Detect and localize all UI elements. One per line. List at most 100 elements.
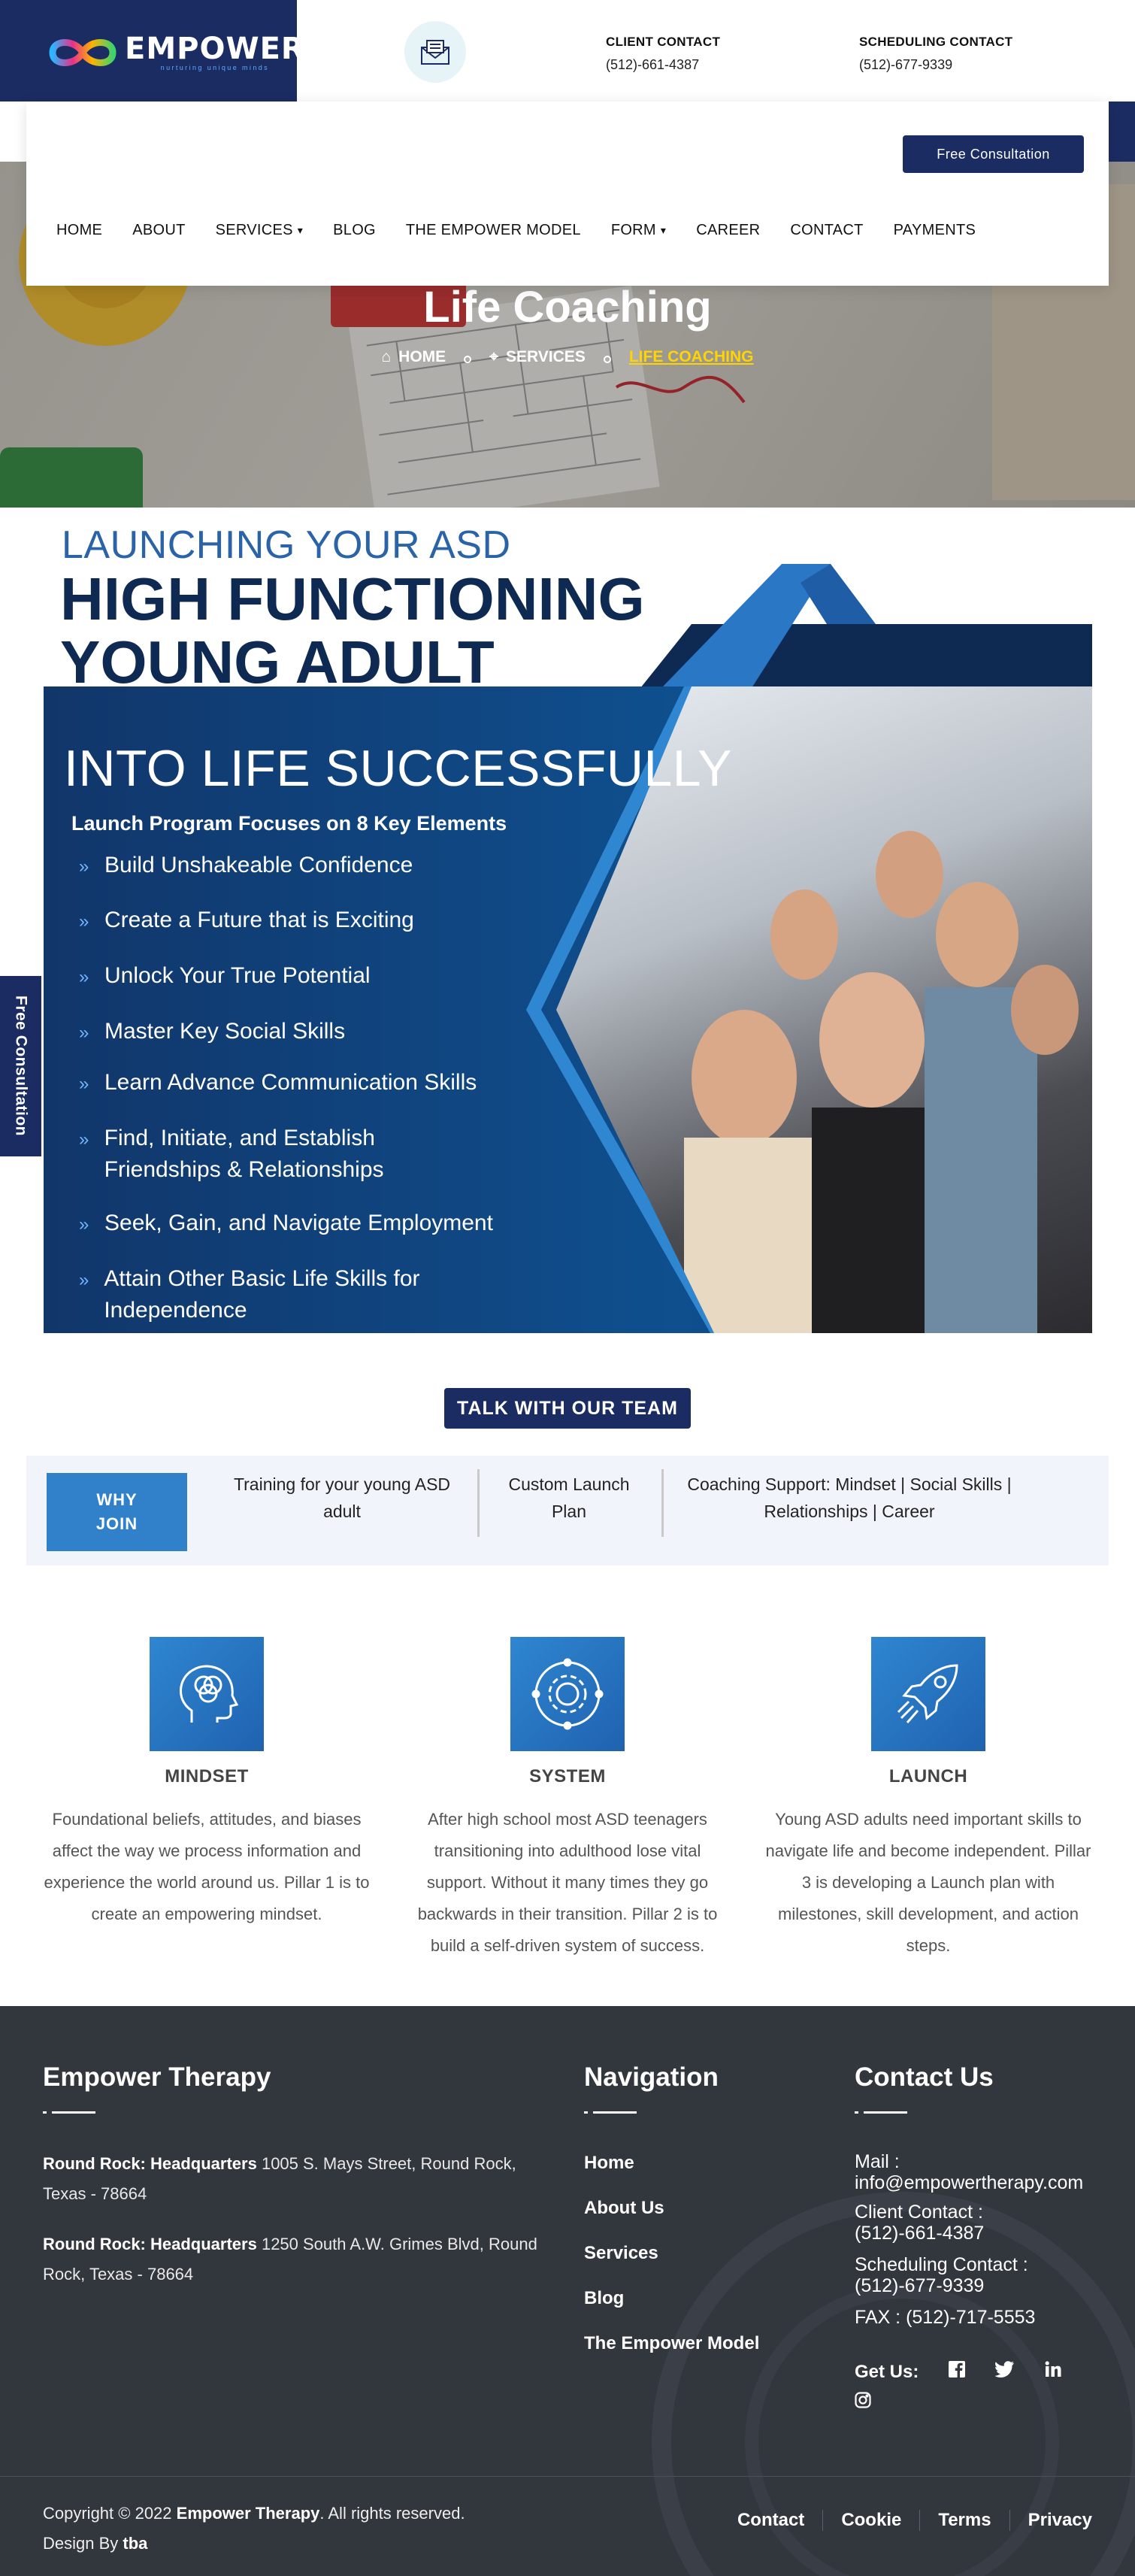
footer-link-services[interactable]: Services: [584, 2243, 658, 2264]
home-icon: ⌂: [381, 348, 392, 365]
footer-link-contact[interactable]: Contact: [719, 2510, 822, 2531]
nav-career[interactable]: CAREER: [696, 222, 760, 239]
double-chevron-icon: »: [79, 1129, 89, 1150]
talk-with-team-button[interactable]: TALK WITH OUR TEAM: [444, 1388, 691, 1429]
address-2: Round Rock: Headquarters 1250 South A.W.…: [43, 2235, 537, 2284]
list-item: » Create a Future that is Exciting: [79, 905, 414, 938]
breadcrumb: ⌂ HOME ⌖ SERVICES LIFE COACHING: [0, 348, 1135, 366]
copyright: Copyright © 2022 Empower Therapy. All ri…: [43, 2504, 465, 2553]
get-us-label: Get Us:: [855, 2361, 919, 2382]
footer-link-privacy[interactable]: Privacy: [1009, 2510, 1092, 2531]
footer-link-blog[interactable]: Blog: [584, 2288, 624, 2309]
pillar-launch: LAUNCH Young ASD adults need important s…: [763, 1637, 1094, 1962]
double-chevron-icon: »: [79, 911, 89, 932]
logo-wordmark: EMPOWER: [125, 32, 305, 66]
pillar-text: After high school most ASD teenagers tra…: [417, 1810, 718, 1955]
target-icon: ⌖: [489, 348, 498, 365]
gear-cycle-icon: [510, 1637, 625, 1751]
client-contact-label: CLIENT CONTACT: [606, 35, 721, 49]
program-heading: Launch Program Focuses on 8 Key Elements: [71, 812, 507, 835]
breadcrumb-services[interactable]: ⌖ SERVICES: [489, 348, 586, 366]
footer-client-phone[interactable]: (512)-661-4387: [855, 2223, 984, 2244]
why-join-item: Coaching Support: Mindset | Social Skill…: [687, 1474, 1012, 1521]
footer-nav-title: Navigation: [584, 2062, 719, 2092]
footer-company-title: Empower Therapy: [43, 2062, 271, 2092]
rocket-icon: [871, 1637, 985, 1751]
footer: Empower Therapy Round Rock: Headquarters…: [0, 2006, 1135, 2576]
social-links: Get Us:: [855, 2361, 1061, 2383]
pillar-title: SYSTEM: [529, 1766, 606, 1787]
client-contact-phone[interactable]: (512)-661-4387: [606, 57, 720, 73]
list-item: » Learn Advance Communication Skills: [79, 1067, 477, 1100]
footer-mail-value[interactable]: info@empowertherapy.com: [855, 2172, 1083, 2193]
double-chevron-icon: »: [79, 967, 89, 987]
designer-link[interactable]: tba: [123, 2534, 147, 2553]
double-chevron-icon: »: [79, 1023, 89, 1043]
launch-program-graphic: LAUNCHING YOUR ASD HIGH FUNCTIONING YOUN…: [0, 508, 1135, 1335]
nav-payments[interactable]: PAYMENTS: [894, 222, 976, 239]
breadcrumb-current: LIFE COACHING: [628, 348, 754, 365]
infinity-logo-icon: [49, 39, 117, 66]
address-1: Round Rock: Headquarters 1005 S. Mays St…: [43, 2154, 516, 2203]
list-item: » Attain Other Basic Life Skills for Inde…: [79, 1263, 560, 1326]
scheduling-contact: SCHEDULING CONTACT (512)-677-9339: [859, 35, 1012, 73]
scheduling-contact-phone[interactable]: (512)-677-9339: [859, 57, 1012, 73]
footer-contact-title: Contact Us: [855, 2062, 994, 2092]
footer-scheduling-contact: Scheduling Contact : (512)-677-9339: [855, 2254, 1028, 2296]
footer-fax: FAX : (512)-717-5553: [855, 2307, 1036, 2328]
list-item: » Master Key Social Skills: [79, 1016, 345, 1049]
free-consultation-button[interactable]: Free Consultation: [903, 135, 1084, 173]
pillar-system: SYSTEM After high school most ASD teenag…: [402, 1637, 733, 1962]
header-accent-strip: [1109, 102, 1135, 162]
breadcrumb-home[interactable]: ⌂ HOME: [381, 348, 446, 366]
pillar-title: MINDSET: [165, 1766, 249, 1787]
client-contact: CLIENT CONTACT (512)-661-4387: [606, 35, 720, 73]
facebook-icon[interactable]: [949, 2361, 966, 2383]
double-chevron-icon: »: [79, 1214, 89, 1235]
nav-services[interactable]: SERVICES ▾: [216, 222, 304, 239]
pillar-mindset: MINDSET Foundational beliefs, attitudes,…: [41, 1637, 372, 1930]
why-join-bar: WHY JOIN Training for your young ASD adu…: [26, 1456, 1109, 1565]
nav-contact[interactable]: CONTACT: [790, 222, 863, 239]
nav-about[interactable]: ABOUT: [132, 222, 185, 239]
page-title: Life Coaching: [423, 283, 712, 332]
scheduling-contact-label: SCHEDULING CONTACT: [859, 35, 1013, 49]
instagram-icon[interactable]: [855, 2392, 871, 2412]
why-join-item: Custom Launch Plan: [508, 1474, 630, 1521]
head-circles-icon: [150, 1637, 264, 1751]
pillar-text: Foundational beliefs, attitudes, and bia…: [44, 1810, 370, 1923]
nav-blog[interactable]: BLOG: [333, 222, 376, 239]
footer-client-contact: Client Contact : (512)-661-4387: [855, 2202, 985, 2244]
main-navigation-card: Free Consultation HOME ABOUT SERVICES ▾ B…: [26, 102, 1109, 286]
footer-bottom-links: Contact Cookie Terms Privacy: [719, 2510, 1092, 2531]
chevron-down-icon: ▾: [297, 224, 304, 236]
footer-mail: Mail : info@empowertherapy.com: [855, 2151, 1084, 2193]
top-bar: EMPOWER nurturing unique minds CLIENT CO…: [0, 0, 1135, 102]
nav-empower-model[interactable]: THE EMPOWER MODEL: [406, 222, 581, 239]
linkedin-icon[interactable]: [1045, 2361, 1061, 2383]
nav-home[interactable]: HOME: [56, 222, 102, 239]
nav-form[interactable]: FORM ▾: [611, 222, 666, 239]
double-chevron-icon: »: [79, 1074, 89, 1094]
pillar-text: Young ASD adults need important skills t…: [765, 1810, 1091, 1955]
footer-scheduling-phone[interactable]: (512)-677-9339: [855, 2275, 1028, 2296]
pillar-title: LAUNCH: [888, 1766, 968, 1787]
main-nav: HOME ABOUT SERVICES ▾ BLOG THE EMPOWER MO…: [56, 222, 1006, 239]
mail-icon[interactable]: [404, 21, 466, 83]
double-chevron-icon: »: [79, 856, 89, 877]
footer-link-terms[interactable]: Terms: [919, 2510, 1009, 2531]
logo[interactable]: EMPOWER nurturing unique minds: [0, 0, 304, 102]
chevron-down-icon: ▾: [660, 224, 667, 236]
list-item: » Unlock Your True Potential: [79, 960, 371, 993]
floating-consultation-tab[interactable]: Free Consultation: [0, 976, 41, 1156]
why-join-label: WHY JOIN: [47, 1473, 187, 1551]
why-join-item: Training for your young ASD adult: [233, 1474, 451, 1521]
footer-link-about[interactable]: About Us: [584, 2198, 664, 2219]
double-chevron-icon: »: [79, 1270, 89, 1290]
footer-link-home[interactable]: Home: [584, 2153, 634, 2174]
list-item: » Seek, Gain, and Navigate Employment: [79, 1208, 493, 1241]
footer-link-cookie[interactable]: Cookie: [822, 2510, 919, 2531]
twitter-icon[interactable]: [994, 2361, 1015, 2383]
footer-link-empower-model[interactable]: The Empower Model: [584, 2333, 759, 2354]
into-life-heading: INTO LIFE SUCCESSFULLY: [64, 740, 732, 797]
